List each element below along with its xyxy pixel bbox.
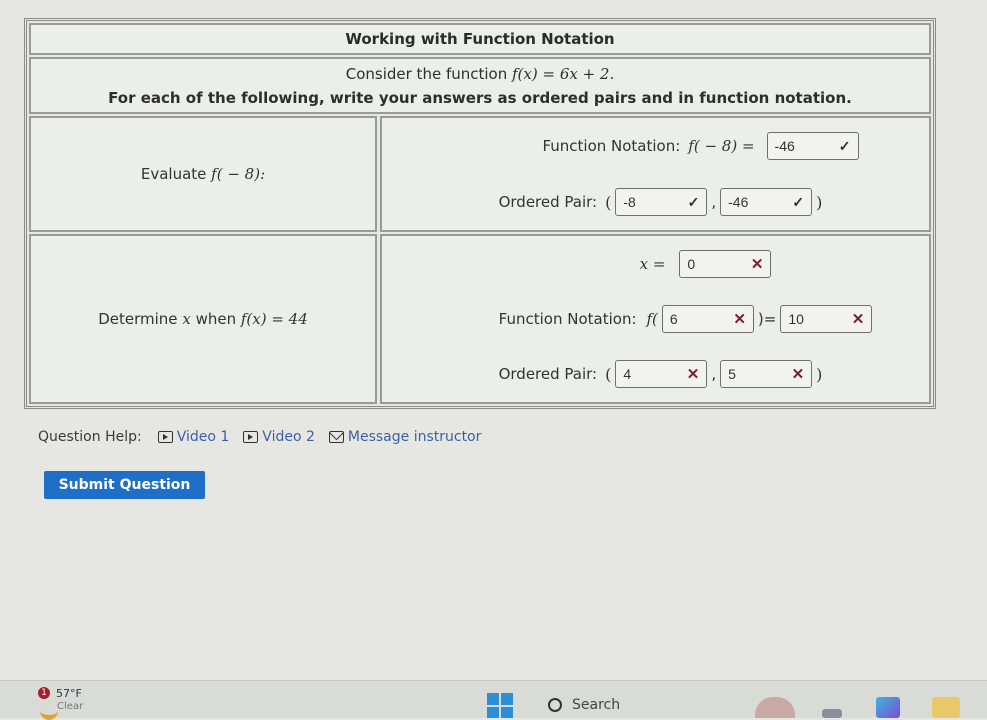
check-icon: ✓	[838, 137, 851, 154]
open-paren: (	[605, 364, 612, 384]
x-icon: ✕	[791, 366, 805, 384]
part2-pair-x-input[interactable]: 4 ✕	[615, 360, 708, 389]
question-table: Working with Function Notation Consider …	[24, 18, 936, 409]
part2-prompt-math: f(x) = 44	[240, 310, 308, 328]
part2-x-input[interactable]: 0 ✕	[679, 249, 772, 278]
part1-function-notation-line: Function Notation: f( − 8) = -46 ✓	[542, 132, 859, 160]
function-notation-label: Function Notation:	[542, 137, 681, 155]
ordered-pair-label: Ordered Pair:	[498, 193, 598, 211]
link-label: Message instructor	[347, 429, 482, 445]
link-label: Video 1	[176, 429, 230, 445]
profile-avatar-icon[interactable]	[755, 697, 795, 718]
input-value: -46	[728, 194, 749, 210]
part1-ordered-pair-line: Ordered Pair: ( -8 ✓ , -46 ✓ )	[498, 188, 823, 216]
part1-row: Evaluate f( − 8): Function Notation: f( …	[29, 116, 931, 232]
question-help: Question Help: Video 1 Video 2 Message i…	[38, 429, 489, 445]
check-icon: ✓	[792, 193, 805, 210]
input-value: 0	[687, 255, 696, 272]
comma: ,	[711, 365, 717, 384]
video-2-link[interactable]: Video 2	[243, 429, 315, 445]
link-label: Video 2	[262, 429, 315, 445]
check-icon: ✓	[687, 193, 700, 210]
part1-answers: Function Notation: f( − 8) = -46 ✓ Order…	[380, 116, 931, 232]
windows-start-icon[interactable]	[487, 693, 513, 718]
part1-pair-x-input[interactable]: -8 ✓	[615, 188, 708, 216]
search-icon	[548, 698, 562, 712]
notification-badge: 1	[38, 687, 50, 699]
function-notation-math: f( − 8) =	[688, 137, 755, 155]
f-open: f(	[646, 309, 658, 328]
open-paren: (	[605, 192, 612, 212]
input-value: 6	[669, 310, 678, 327]
part2-prompt: Determine x when f(x) = 44	[29, 234, 377, 404]
instructions: For each of the following, write your an…	[108, 88, 852, 107]
function-notation-label: Function Notation:	[498, 309, 637, 328]
comma: ,	[711, 193, 717, 211]
part1-prompt: Evaluate f( − 8):	[29, 116, 377, 232]
temperature: 57°F	[56, 687, 82, 700]
part2-f-arg-input[interactable]: 6 ✕	[661, 304, 754, 333]
part2-x-line: x = 0 ✕	[639, 249, 772, 278]
video-1-link[interactable]: Video 1	[157, 429, 230, 445]
input-value: 10	[788, 310, 804, 327]
f-close-equals: )=	[757, 309, 777, 328]
part2-prompt-text: Determine	[98, 310, 178, 328]
file-explorer-icon[interactable]	[932, 697, 960, 718]
mail-icon	[328, 431, 344, 443]
question-title: Working with Function Notation	[29, 23, 931, 55]
x-icon: ✕	[851, 310, 865, 328]
part2-prompt-var: x	[182, 310, 191, 328]
message-instructor-link[interactable]: Message instructor	[328, 429, 482, 445]
part1-pair-y-input[interactable]: -46 ✓	[720, 188, 813, 216]
function-definition: f(x) = 6x + 2.	[512, 64, 615, 83]
input-value: 4	[623, 366, 632, 383]
weather-widget[interactable]: 1 57°F Clear	[38, 687, 83, 720]
close-paren: )	[816, 364, 823, 384]
search-label: Search	[572, 697, 621, 713]
copilot-icon[interactable]	[876, 697, 900, 718]
x-icon: ✕	[686, 366, 700, 384]
part2-row: Determine x when f(x) = 44 x = 0 ✕ Funct…	[29, 234, 931, 404]
moon-icon	[40, 701, 58, 720]
part2-f-value-input[interactable]: 10 ✕	[780, 304, 873, 333]
part2-ordered-pair-line: Ordered Pair: ( 4 ✕ , 5 ✕ )	[498, 360, 823, 389]
video-icon	[157, 431, 173, 443]
part1-prompt-text: Evaluate	[140, 165, 207, 183]
part1-function-value-input[interactable]: -46 ✓	[766, 132, 859, 160]
taskbar: 1 57°F Clear Search	[0, 680, 987, 720]
close-paren: )	[816, 192, 823, 212]
ordered-pair-label: Ordered Pair:	[498, 365, 598, 384]
input-value: -46	[774, 138, 795, 154]
submit-question-button[interactable]: Submit Question	[44, 471, 205, 499]
part2-function-notation-line: Function Notation: f( 6 ✕ )= 10 ✕	[498, 304, 873, 333]
x-equals-label: x =	[639, 254, 666, 273]
input-value: -8	[623, 194, 636, 210]
x-icon: ✕	[733, 310, 746, 328]
x-icon: ✕	[750, 255, 764, 273]
question-intro: Consider the function f(x) = 6x + 2. For…	[29, 57, 931, 114]
input-value: 5	[728, 366, 736, 383]
taskbar-search[interactable]: Search	[548, 697, 620, 713]
weather-condition: Clear	[57, 701, 84, 712]
part2-pair-y-input[interactable]: 5 ✕	[720, 360, 813, 389]
question-help-label: Question Help:	[38, 429, 142, 445]
part2-answers: x = 0 ✕ Function Notation: f( 6 ✕ )= 10 …	[380, 234, 931, 404]
video-icon	[243, 431, 259, 443]
intro-prefix: Consider the function	[345, 64, 508, 83]
part1-prompt-math: f( − 8):	[211, 165, 266, 183]
part2-prompt-when: when	[195, 310, 237, 328]
